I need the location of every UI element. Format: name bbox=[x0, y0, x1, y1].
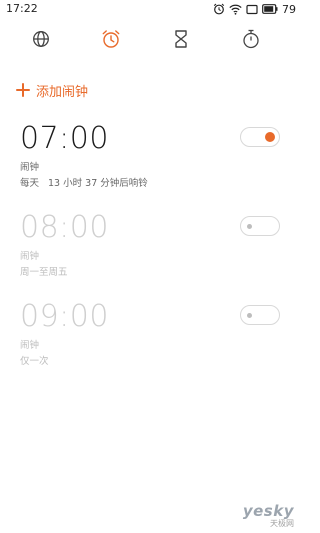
alarm-item[interactable]: 08:00 闹钟 周一至周五 bbox=[20, 210, 290, 280]
toggle-knob bbox=[265, 132, 275, 142]
alarm-toggle[interactable] bbox=[240, 305, 280, 325]
alarm-toggle[interactable] bbox=[240, 216, 280, 236]
alarm-clock-icon bbox=[213, 3, 225, 15]
battery-level: 79 bbox=[282, 2, 296, 16]
toggle-knob bbox=[247, 223, 252, 229]
plus-icon bbox=[16, 83, 30, 97]
alarm-toggle[interactable] bbox=[240, 127, 280, 147]
alarm-repeat: 每天 13 小时 37 分钟后响铃 bbox=[20, 175, 148, 189]
alarm-next-ring: 13 小时 37 分钟后响铃 bbox=[48, 178, 148, 189]
watermark-sub: 天极网 bbox=[270, 519, 294, 528]
alarm-repeat-label: 每天 bbox=[20, 178, 40, 189]
cast-icon bbox=[246, 4, 258, 14]
alarm-time: 09:00 bbox=[20, 299, 109, 334]
alarm-item[interactable]: 09:00 闹钟 仅一次 bbox=[20, 299, 290, 369]
alarm-repeat-label: 仅一次 bbox=[20, 356, 49, 367]
tab-stopwatch[interactable] bbox=[238, 26, 264, 52]
toggle-knob bbox=[247, 312, 252, 318]
status-time: 17:22 bbox=[6, 2, 38, 15]
clock-tabs bbox=[0, 26, 300, 52]
add-alarm-button[interactable]: 添加闹钟 bbox=[16, 80, 88, 100]
stopwatch-icon bbox=[243, 29, 259, 49]
tab-timer[interactable] bbox=[168, 26, 194, 52]
globe-icon bbox=[33, 31, 49, 47]
alarm-clock-icon bbox=[102, 30, 120, 48]
watermark: yesky 天极网 bbox=[243, 502, 294, 529]
tab-alarm[interactable] bbox=[98, 26, 124, 52]
alarm-item[interactable]: 07:00 闹钟 每天 13 小时 37 分钟后响铃 bbox=[20, 121, 290, 191]
tab-world-clock[interactable] bbox=[28, 26, 54, 52]
alarm-name: 闹钟 bbox=[20, 251, 40, 262]
alarm-name: 闹钟 bbox=[20, 162, 40, 173]
hourglass-icon bbox=[175, 30, 187, 48]
alarm-time: 08:00 bbox=[20, 210, 109, 245]
battery-icon bbox=[262, 4, 278, 14]
alarm-repeat-label: 周一至周五 bbox=[20, 267, 68, 278]
status-bar: 17:22 79 bbox=[0, 0, 300, 18]
alarm-time: 07:00 bbox=[20, 121, 109, 156]
add-alarm-label: 添加闹钟 bbox=[36, 84, 89, 100]
alarm-repeat: 仅一次 bbox=[20, 353, 49, 367]
alarm-name: 闹钟 bbox=[20, 340, 40, 351]
status-icons: 79 bbox=[213, 1, 296, 17]
wifi-icon bbox=[229, 4, 242, 15]
alarm-repeat: 周一至周五 bbox=[20, 264, 68, 278]
